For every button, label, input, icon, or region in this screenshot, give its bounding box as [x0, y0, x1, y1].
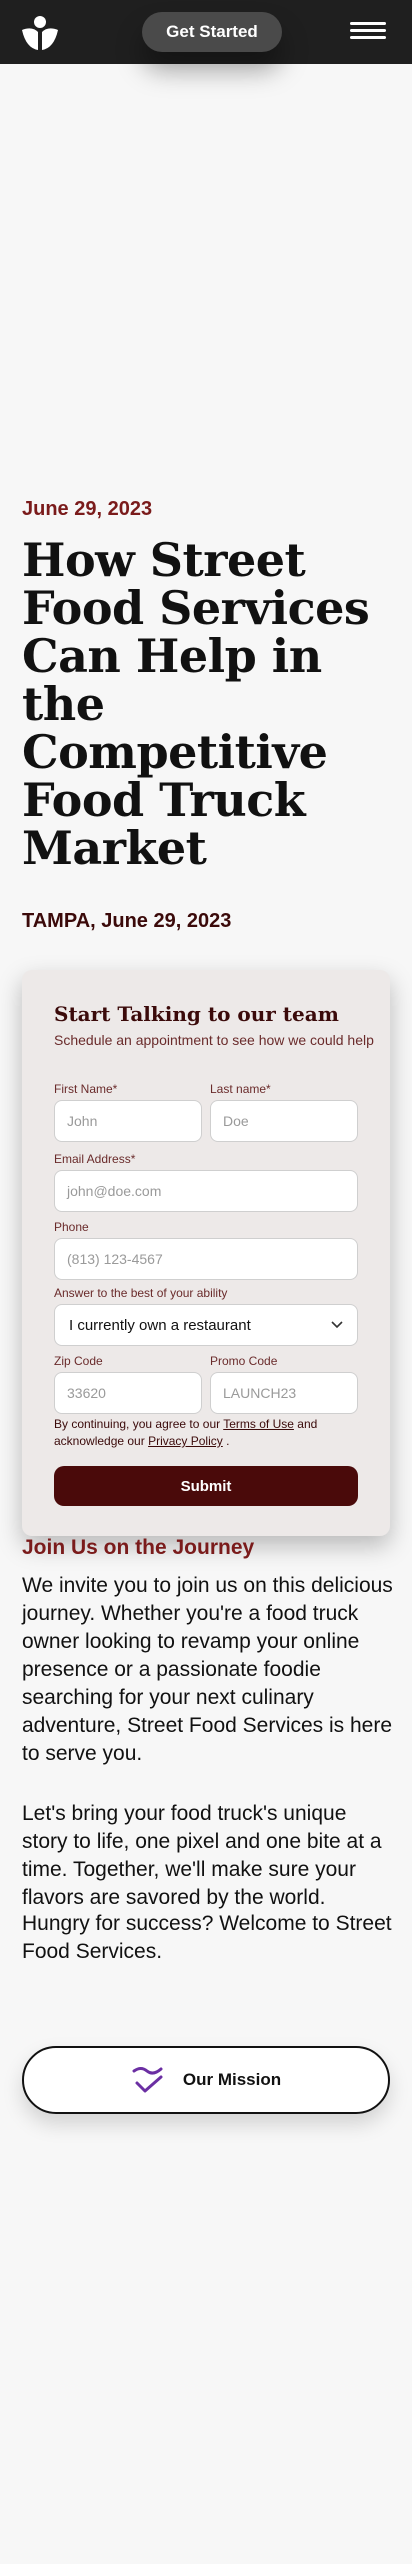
first-name-input[interactable]: John — [54, 1100, 202, 1142]
get-started-button[interactable]: Get Started — [142, 12, 282, 52]
journey-paragraph-3: Hungry for success? Welcome to Street Fo… — [22, 1912, 392, 1963]
consent-text: By continuing, you agree to our Terms of… — [54, 1416, 364, 1450]
top-navigation-bar: Get Started — [0, 0, 412, 64]
last-name-label: Last name* — [210, 1082, 271, 1096]
article-dateline: TAMPA, June 29, 2023 — [22, 910, 232, 932]
chevron-down-icon — [331, 1321, 343, 1329]
submit-button[interactable]: Submit — [54, 1466, 358, 1506]
form-title: Start Talking to our team — [54, 1002, 339, 1026]
consent-prefix: By continuing, you agree to our — [54, 1417, 221, 1431]
privacy-policy-link[interactable]: Privacy Policy — [148, 1434, 223, 1448]
form-subtitle: Schedule an appointment to see how we co… — [54, 1032, 374, 1048]
consent-suffix: . — [226, 1434, 230, 1448]
contact-form-card: Start Talking to our team Schedule an ap… — [22, 970, 390, 1536]
last-name-input[interactable]: Doe — [210, 1100, 358, 1142]
answer-select[interactable]: I currently own a restaurant — [54, 1304, 358, 1346]
promo-label: Promo Code — [210, 1354, 278, 1368]
first-name-label: First Name* — [54, 1082, 118, 1096]
brand-logo-icon[interactable] — [18, 12, 62, 52]
zip-label: Zip Code — [54, 1354, 103, 1368]
email-label: Email Address* — [54, 1152, 136, 1166]
phone-input[interactable]: (813) 123-4567 — [54, 1238, 358, 1280]
article-title: How Street Food Services Can Help in the… — [22, 533, 370, 875]
our-mission-button[interactable]: Our Mission — [22, 2046, 390, 2114]
email-input[interactable]: john@doe.com — [54, 1170, 358, 1212]
journey-paragraph-2: Let's bring your food truck's unique sto… — [22, 1802, 382, 1909]
zip-input[interactable]: 33620 — [54, 1372, 202, 1414]
journey-paragraph-1: We invite you to join us on this delicio… — [22, 1574, 393, 1765]
terms-of-use-link[interactable]: Terms of Use — [223, 1417, 294, 1431]
hamburger-menu-icon[interactable] — [350, 22, 386, 40]
article-date: June 29, 2023 — [22, 498, 153, 520]
phone-label: Phone — [54, 1220, 89, 1234]
journey-heading: Join Us on the Journey — [22, 1536, 255, 1559]
check-wave-icon — [132, 2067, 163, 2093]
our-mission-label: Our Mission — [182, 2070, 282, 2089]
promo-input[interactable]: LAUNCH23 — [210, 1372, 358, 1414]
answer-selected-value: I currently own a restaurant — [69, 1316, 251, 1334]
answer-label: Answer to the best of your ability — [54, 1286, 228, 1300]
